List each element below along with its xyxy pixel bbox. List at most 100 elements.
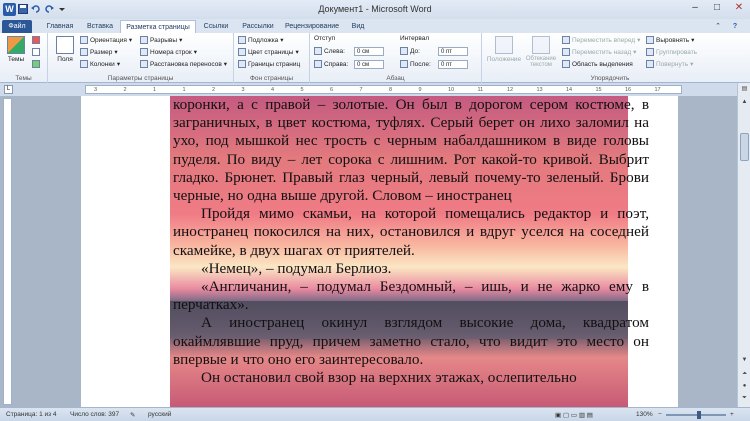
paragraph[interactable]: коронки, а с правой – золотые. Он был в … xyxy=(173,96,649,205)
ruler-tick-label: 13 xyxy=(536,87,543,93)
proofing-icon[interactable]: ✎ xyxy=(130,411,135,419)
send-backward-button[interactable]: Переместить назад ▾ xyxy=(562,48,636,56)
watermark-button[interactable]: Подложка ▾ xyxy=(238,36,284,44)
themes-icon xyxy=(7,36,25,54)
tab-references[interactable]: Ссылки xyxy=(198,20,234,33)
indent-left-value[interactable]: 0 см xyxy=(354,47,384,56)
zoom-slider[interactable] xyxy=(666,411,726,419)
margins-label: Поля xyxy=(57,56,73,63)
spacing-after-value[interactable]: 0 пт xyxy=(438,60,468,69)
size-button[interactable]: Размер ▾ xyxy=(80,48,118,56)
group-button[interactable]: Группировать xyxy=(646,48,697,56)
scroll-down-icon[interactable]: ▼ xyxy=(739,357,750,367)
breaks-button[interactable]: Разрывы ▾ xyxy=(140,36,182,44)
close-button[interactable]: ✕ xyxy=(728,0,750,16)
vertical-scrollbar[interactable]: ▤ ▲ ▼ ⏶ ● ⏷ xyxy=(737,83,750,407)
scroll-thumb[interactable] xyxy=(740,133,749,161)
themes-label: Темы xyxy=(7,56,25,63)
horizontal-ruler[interactable]: 3 2 1 1 2 3 4 5 6 7 8 9 10 11 12 13 14 15 16 17 xyxy=(85,85,682,94)
group-label-themes: Темы xyxy=(15,75,32,82)
tab-home[interactable]: Главная xyxy=(40,20,80,33)
page-color-button[interactable]: Цвет страницы ▾ xyxy=(238,48,299,56)
tab-mailings[interactable]: Рассылки xyxy=(236,20,280,33)
paragraph[interactable]: А иностранец окинул взглядом высокие дом… xyxy=(173,314,649,369)
zoom-slider-knob[interactable] xyxy=(697,411,702,419)
rotate-button[interactable]: Повернуть ▾ xyxy=(646,60,693,68)
tab-insert[interactable]: Вставка xyxy=(82,20,118,33)
scroll-up-icon[interactable]: ▲ xyxy=(739,99,750,109)
tab-selector-icon[interactable]: L xyxy=(4,85,13,94)
align-button[interactable]: Выровнять ▾ xyxy=(646,36,694,44)
ruler-tick-label: 10 xyxy=(448,87,455,93)
ribbon: Темы Темы Поля Ориентация ▾ Размер ▾ Кол… xyxy=(0,33,750,83)
margins-button[interactable]: Поля xyxy=(52,36,78,63)
view-buttons[interactable]: ▣ ▢ ▭ ▥ ▤ xyxy=(555,411,593,419)
indent-left-icon xyxy=(314,47,322,55)
send-backward-label: Переместить назад xyxy=(572,48,632,56)
maximize-button[interactable]: □ xyxy=(706,0,728,16)
themes-button[interactable]: Темы xyxy=(4,36,28,63)
page: коронки, а с правой – золотые. Он был в … xyxy=(81,96,678,407)
orientation-label: Ориентация xyxy=(90,36,127,44)
bring-forward-button[interactable]: Переместить вперед ▾ xyxy=(562,36,640,44)
selection-pane-icon xyxy=(562,60,570,68)
hyphenation-button[interactable]: Расстановка переносов ▾ xyxy=(140,60,227,68)
browse-object-icon[interactable]: ● xyxy=(739,383,750,393)
paragraph[interactable]: Он остановил свой взор на верхних этажах… xyxy=(173,369,649,387)
language[interactable]: русский xyxy=(148,411,171,418)
paragraph[interactable]: «Немец», – подумал Берлиоз. xyxy=(173,260,649,278)
page-count[interactable]: Страница: 1 из 4 xyxy=(6,411,57,418)
page-borders-icon xyxy=(238,60,246,68)
columns-button[interactable]: Колонки ▾ xyxy=(80,60,120,68)
position-button[interactable]: Положение xyxy=(484,36,524,63)
margins-icon xyxy=(56,36,74,54)
next-page-icon[interactable]: ⏷ xyxy=(739,395,750,405)
paragraph[interactable]: «Англичанин, – подумал Бездомный, – ишь,… xyxy=(173,278,649,314)
position-label: Положение xyxy=(486,56,522,63)
page-borders-button[interactable]: Границы страниц xyxy=(238,60,300,68)
minimize-ribbon-icon[interactable]: ⌃ xyxy=(712,20,724,33)
spacing-before-icon xyxy=(400,47,408,55)
wrap-text-button[interactable]: Обтекание текстом xyxy=(522,36,560,68)
position-icon xyxy=(495,36,513,54)
spacing-before-value[interactable]: 0 пт xyxy=(438,47,468,56)
spacing-after-field[interactable]: 0 пт xyxy=(438,60,468,69)
minimize-button[interactable]: – xyxy=(684,0,706,16)
window-title: Документ1 - Microsoft Word xyxy=(318,4,432,14)
tab-file[interactable]: Файл xyxy=(2,20,32,33)
group-paragraph: Отступ Слева: 0 см Справа: 0 см Интервал… xyxy=(310,33,482,83)
previous-page-icon[interactable]: ⏶ xyxy=(739,371,750,381)
spacing-before-field[interactable]: 0 пт xyxy=(438,47,468,56)
indent-left-field[interactable]: 0 см xyxy=(354,47,384,56)
zoom-in-icon[interactable]: + xyxy=(730,411,734,418)
ruler-tick-label: 3 xyxy=(241,87,245,93)
line-numbers-button[interactable]: Номера строк ▾ xyxy=(140,48,197,56)
theme-effects-icon[interactable] xyxy=(32,60,40,68)
tab-review[interactable]: Рецензирование xyxy=(282,20,342,33)
help-icon[interactable]: ? xyxy=(728,20,742,33)
word-count[interactable]: Число слов: 397 xyxy=(70,411,119,418)
selection-pane-button[interactable]: Область выделения xyxy=(562,60,633,68)
tab-page-layout[interactable]: Разметка страницы xyxy=(120,20,196,33)
orientation-button[interactable]: Ориентация ▾ xyxy=(80,36,132,44)
zoom-level[interactable]: 130% xyxy=(636,411,653,418)
zoom-out-icon[interactable]: − xyxy=(658,411,662,418)
group-page-setup: Поля Ориентация ▾ Размер ▾ Колонки ▾ Раз… xyxy=(48,33,234,83)
indent-left-label: Слева: xyxy=(324,47,345,55)
tab-view[interactable]: Вид xyxy=(346,20,370,33)
paragraph[interactable]: Пройдя мимо скамьи, на которой помещалис… xyxy=(173,205,649,260)
document-text[interactable]: коронки, а с правой – золотые. Он был в … xyxy=(173,96,649,387)
size-icon xyxy=(80,48,88,56)
indent-right-field[interactable]: 0 см xyxy=(354,60,384,69)
ruler-toggle-icon[interactable]: ▤ xyxy=(739,85,750,95)
theme-colors-icon[interactable] xyxy=(32,36,40,44)
indent-right-value[interactable]: 0 см xyxy=(354,60,384,69)
theme-fonts-icon[interactable] xyxy=(32,48,40,56)
page-color-label: Цвет страницы xyxy=(248,48,294,56)
vertical-ruler[interactable] xyxy=(3,98,12,405)
ruler-tick-label: 3 xyxy=(94,87,98,93)
indent-left: Слева: xyxy=(314,47,345,55)
selection-pane-label: Область выделения xyxy=(572,60,633,68)
orientation-icon xyxy=(80,36,88,44)
group-themes: Темы Темы xyxy=(0,33,48,83)
